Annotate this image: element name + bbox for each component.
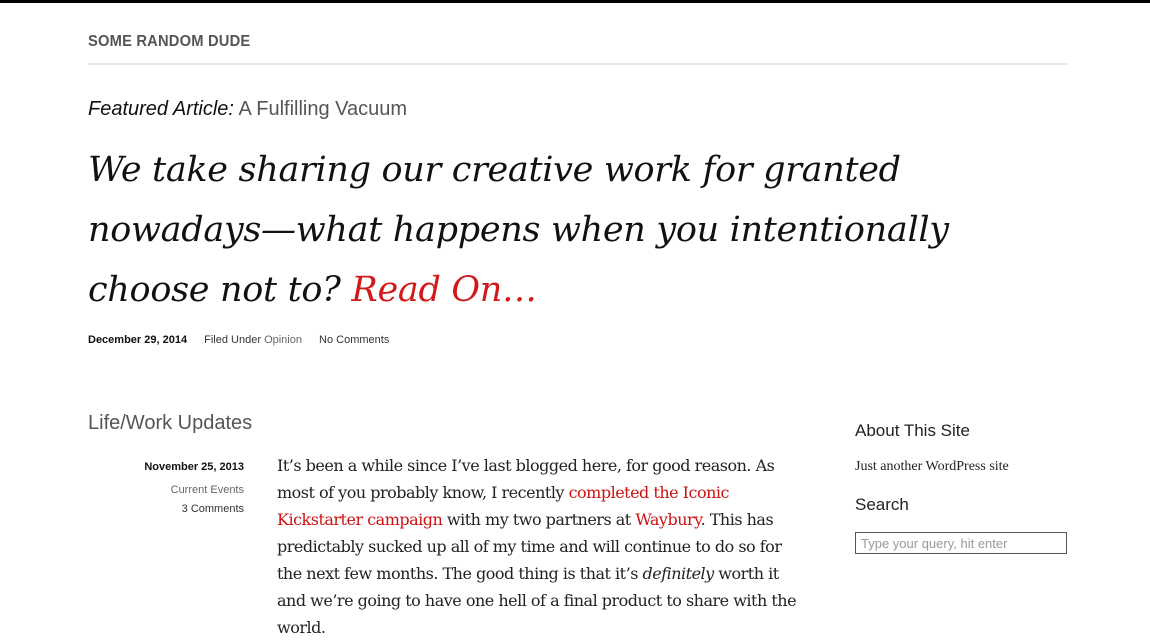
featured-category-link[interactable]: Opinion	[264, 334, 302, 346]
about-widget-title: About This Site	[855, 421, 970, 440]
search-input[interactable]	[855, 532, 1067, 554]
featured-label: Featured Article:	[88, 98, 234, 120]
read-on-link[interactable]: Read On…	[351, 270, 537, 310]
featured-meta: December 29, 2014 Filed Under Opinion No…	[88, 334, 389, 346]
post-body: It’s been a while since I’ve last blogge…	[277, 452, 805, 641]
featured-comments-link[interactable]: No Comments	[319, 334, 389, 346]
post-comments-link[interactable]: 3 Comments	[88, 500, 244, 519]
post-emphasis: definitely	[642, 564, 714, 583]
header-divider	[88, 63, 1068, 65]
filed-under-label: Filed Under	[204, 334, 261, 346]
post-date: November 25, 2013	[144, 461, 244, 473]
post-category-link[interactable]: Current Events	[88, 481, 244, 500]
featured-article-link[interactable]: A Fulfilling Vacuum	[238, 98, 407, 120]
search-widget-title: Search	[855, 495, 909, 514]
post-text-2: with my two partners at	[442, 510, 636, 529]
featured-date: December 29, 2014	[88, 334, 188, 346]
featured-article-line: Featured Article: A Fulfilling Vacuum	[88, 98, 407, 121]
post-meta: November 25, 2013 Current Events 3 Comme…	[88, 458, 244, 519]
about-widget-text: Just another WordPress site	[855, 459, 1009, 474]
site-title[interactable]: SOME RANDOM DUDE	[88, 33, 250, 51]
featured-headline: We take sharing our creative work for gr…	[88, 140, 1078, 320]
waybury-link[interactable]: Waybury	[635, 510, 701, 529]
post-title[interactable]: Life/Work Updates	[88, 412, 252, 435]
